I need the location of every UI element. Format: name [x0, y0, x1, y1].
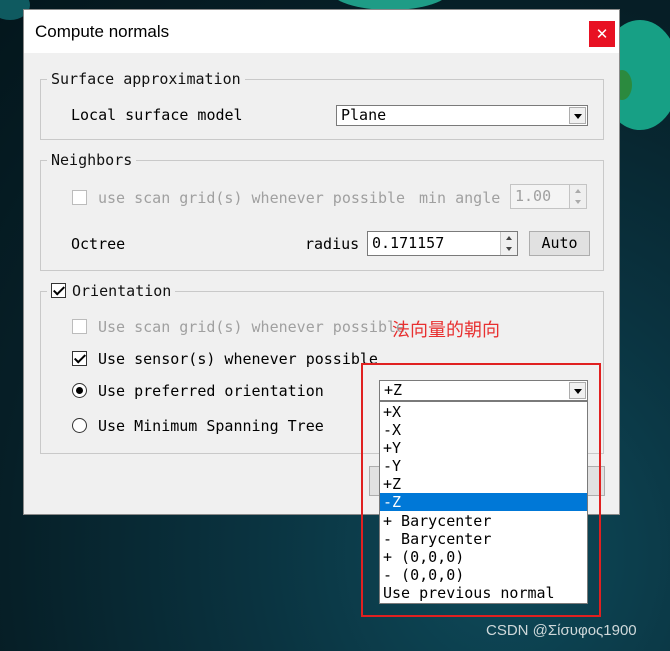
title-bar[interactable]: Compute normals ✕	[24, 10, 619, 53]
orientation-legend: Orientation	[47, 282, 175, 300]
min-angle-label: min angle	[419, 189, 501, 207]
radius-label: radius	[305, 235, 360, 253]
spin-up-icon[interactable]	[569, 185, 586, 197]
radius-value: 0.171157	[372, 234, 445, 252]
local-surface-model-select[interactable]: Plane	[336, 105, 588, 126]
local-surface-model-label: Local surface model	[71, 106, 243, 124]
orientation-scan-grid-checkbox[interactable]	[72, 319, 87, 334]
mst-radio[interactable]	[72, 418, 87, 433]
neighbors-group: Neighbors	[40, 151, 604, 271]
preferred-orientation-label: Use preferred orientation	[98, 382, 324, 400]
octree-label: Octree	[71, 235, 126, 253]
orientation-legend-label: Orientation	[72, 282, 172, 300]
radius-stepper[interactable]	[500, 232, 517, 255]
min-angle-stepper[interactable]	[569, 185, 586, 208]
min-angle-value: 1.00	[515, 187, 552, 205]
close-button[interactable]: ✕	[589, 21, 615, 47]
dialog-title: Compute normals	[35, 22, 170, 41]
mst-label: Use Minimum Spanning Tree	[98, 417, 324, 435]
watermark: CSDN @Σίσυφος1900	[486, 622, 637, 639]
close-icon: ✕	[595, 25, 609, 43]
local-surface-model-value: Plane	[341, 106, 387, 124]
spin-up-icon[interactable]	[500, 232, 517, 244]
chevron-down-icon[interactable]	[569, 107, 586, 124]
orientation-checkbox[interactable]	[51, 283, 66, 298]
neighbors-legend: Neighbors	[51, 151, 133, 169]
orientation-scan-grid-label: Use scan grid(s) whenever possible	[98, 318, 406, 336]
neighbors-scan-grid-checkbox[interactable]	[72, 190, 87, 205]
neighbors-scan-grid-label: use scan grid(s) whenever possible	[98, 189, 406, 207]
preferred-orientation-radio[interactable]	[72, 383, 87, 398]
min-angle-spinbox[interactable]: 1.00	[510, 184, 587, 209]
auto-button[interactable]: Auto	[529, 231, 590, 256]
use-sensor-label: Use sensor(s) whenever possible	[98, 350, 378, 368]
annotation-text: 法向量的朝向	[392, 320, 500, 341]
annotation-box	[361, 363, 601, 617]
use-sensor-checkbox[interactable]	[72, 351, 87, 366]
spin-down-icon[interactable]	[500, 243, 517, 255]
surface-approximation-legend: Surface approximation	[51, 70, 241, 88]
spin-down-icon[interactable]	[569, 196, 586, 208]
radius-spinbox[interactable]: 0.171157	[367, 231, 518, 256]
